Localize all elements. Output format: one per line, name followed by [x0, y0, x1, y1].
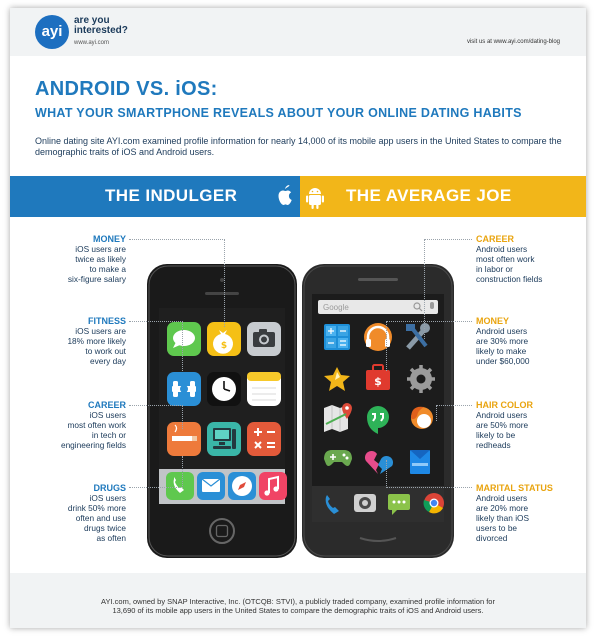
fact-line: Android users	[476, 493, 528, 503]
fact-line: users to be	[476, 523, 518, 533]
calculator-icon	[324, 324, 350, 350]
fact-line: in tech or	[91, 430, 126, 440]
fact-heading: CAREER	[87, 400, 126, 410]
banner-logos	[271, 176, 329, 217]
fitness-app-icon	[167, 372, 201, 406]
fact-heading: FITNESS	[87, 316, 126, 326]
leader-line	[386, 460, 472, 488]
android-marital-status-fact: MARITAL STATUS Android users are 20% mor…	[476, 483, 576, 543]
fact-line: every day	[90, 356, 126, 366]
leader-line	[129, 456, 183, 488]
clock-icon	[207, 372, 241, 406]
android-money-fact: MONEY Android users are 30% more likely …	[476, 316, 576, 366]
fact-line: in labor or	[476, 264, 513, 274]
page-title: ANDROID VS. iOS:	[35, 78, 218, 100]
ios-fitness-fact: FITNESS iOS users are 18% more likely to…	[50, 316, 126, 366]
fact-heading: CAREER	[476, 234, 515, 244]
fact-heading: MONEY	[92, 234, 126, 244]
tagline-url[interactable]: www.ayi.com	[74, 40, 109, 46]
fact-line: to work out	[85, 346, 126, 356]
leader-line	[386, 321, 472, 371]
fact-line: redheads	[476, 440, 511, 450]
svg-text:$: $	[374, 375, 382, 388]
music-icon	[259, 472, 287, 500]
fact-line: divorced	[476, 533, 508, 543]
fact-line: as often	[96, 533, 126, 543]
footer-line-1: AYI.com, owned by SNAP Interactive, Inc.…	[101, 597, 495, 606]
fact-line: iOS users are	[75, 326, 126, 336]
fact-line: often and use	[75, 513, 126, 523]
fact-line: are 30% more	[476, 336, 529, 346]
svg-text:$: $	[221, 341, 227, 351]
fact-heading: MARITAL STATUS	[476, 483, 553, 493]
fact-line: likely than iOS	[476, 513, 530, 523]
fact-line: are 20% more	[476, 503, 529, 513]
fact-line: construction fields	[476, 274, 543, 284]
leader-line	[436, 405, 472, 421]
tagline-line-2: interested?	[74, 25, 128, 36]
safari-icon	[228, 472, 256, 500]
fact-line: iOS users	[89, 493, 126, 503]
fact-heading: MONEY	[476, 316, 510, 326]
page-subtitle: WHAT YOUR SMARTPHONE REVEALS ABOUT YOUR …	[35, 106, 522, 120]
leader-line	[129, 239, 225, 327]
fact-line: six-figure salary	[67, 274, 126, 284]
fact-line: most often work	[67, 420, 126, 430]
fact-line: drink 50% more	[67, 503, 126, 513]
average-joe-label: THE AVERAGE JOE	[346, 186, 512, 205]
infographic-sheet: ayi are you interested? www.ayi.com visi…	[10, 8, 586, 628]
fact-line: twice as likely	[75, 254, 126, 264]
fact-line: to make a	[89, 264, 126, 274]
ios-career-fact: CAREER iOS users most often work in tech…	[50, 400, 126, 450]
ayi-logo[interactable]: ayi	[35, 15, 69, 49]
notes-icon	[247, 372, 281, 406]
fact-line: likely to be	[476, 430, 516, 440]
camera-icon	[247, 322, 281, 356]
fact-line: likely to make	[476, 346, 527, 356]
footer-line-2: 13,690 of its mobile app users in the Un…	[112, 606, 484, 615]
money-bag-icon: $	[207, 322, 241, 356]
ios-drugs-fact: DRUGS iOS users drink 50% more often and…	[50, 483, 126, 543]
fact-line: engineering fields	[60, 440, 126, 450]
leader-line	[129, 405, 183, 429]
fact-line: Android users	[476, 244, 528, 254]
fact-heading: DRUGS	[93, 483, 126, 493]
mail-icon	[197, 472, 225, 500]
intro-text: Online dating site AYI.com examined prof…	[35, 136, 562, 157]
fact-line: 18% more likely	[67, 336, 126, 346]
fact-line: Android users	[476, 326, 528, 336]
tagline: are you interested?	[74, 16, 128, 36]
leader-line	[129, 321, 183, 371]
calculator-icon	[247, 422, 281, 456]
fact-line: iOS users	[89, 410, 126, 420]
computer-icon	[207, 422, 241, 456]
fact-line: under $60,000	[476, 356, 530, 366]
google-search-bar: Google	[323, 303, 349, 312]
fact-line: most often work	[476, 254, 535, 264]
fact-heading: HAIR COLOR	[476, 400, 533, 410]
fact-line: drugs twice	[84, 523, 126, 533]
ios-money-fact: MONEY iOS users are twice as likely to m…	[50, 234, 126, 284]
android-career-fact: CAREER Android users most often work in …	[476, 234, 576, 284]
fact-line: are 50% more	[476, 420, 529, 430]
android-hair-color-fact: HAIR COLOR Android users are 50% more li…	[476, 400, 576, 450]
maps-icon	[324, 403, 352, 432]
visit-link[interactable]: visit us at www.ayi.com/dating-blog	[467, 39, 560, 45]
camera-icon	[354, 494, 376, 512]
fact-line: iOS users are	[75, 244, 126, 254]
indulger-label: THE INDULGER	[105, 186, 238, 205]
fact-line: Android users	[476, 410, 528, 420]
footer-text: AYI.com, owned by SNAP Interactive, Inc.…	[50, 597, 546, 615]
